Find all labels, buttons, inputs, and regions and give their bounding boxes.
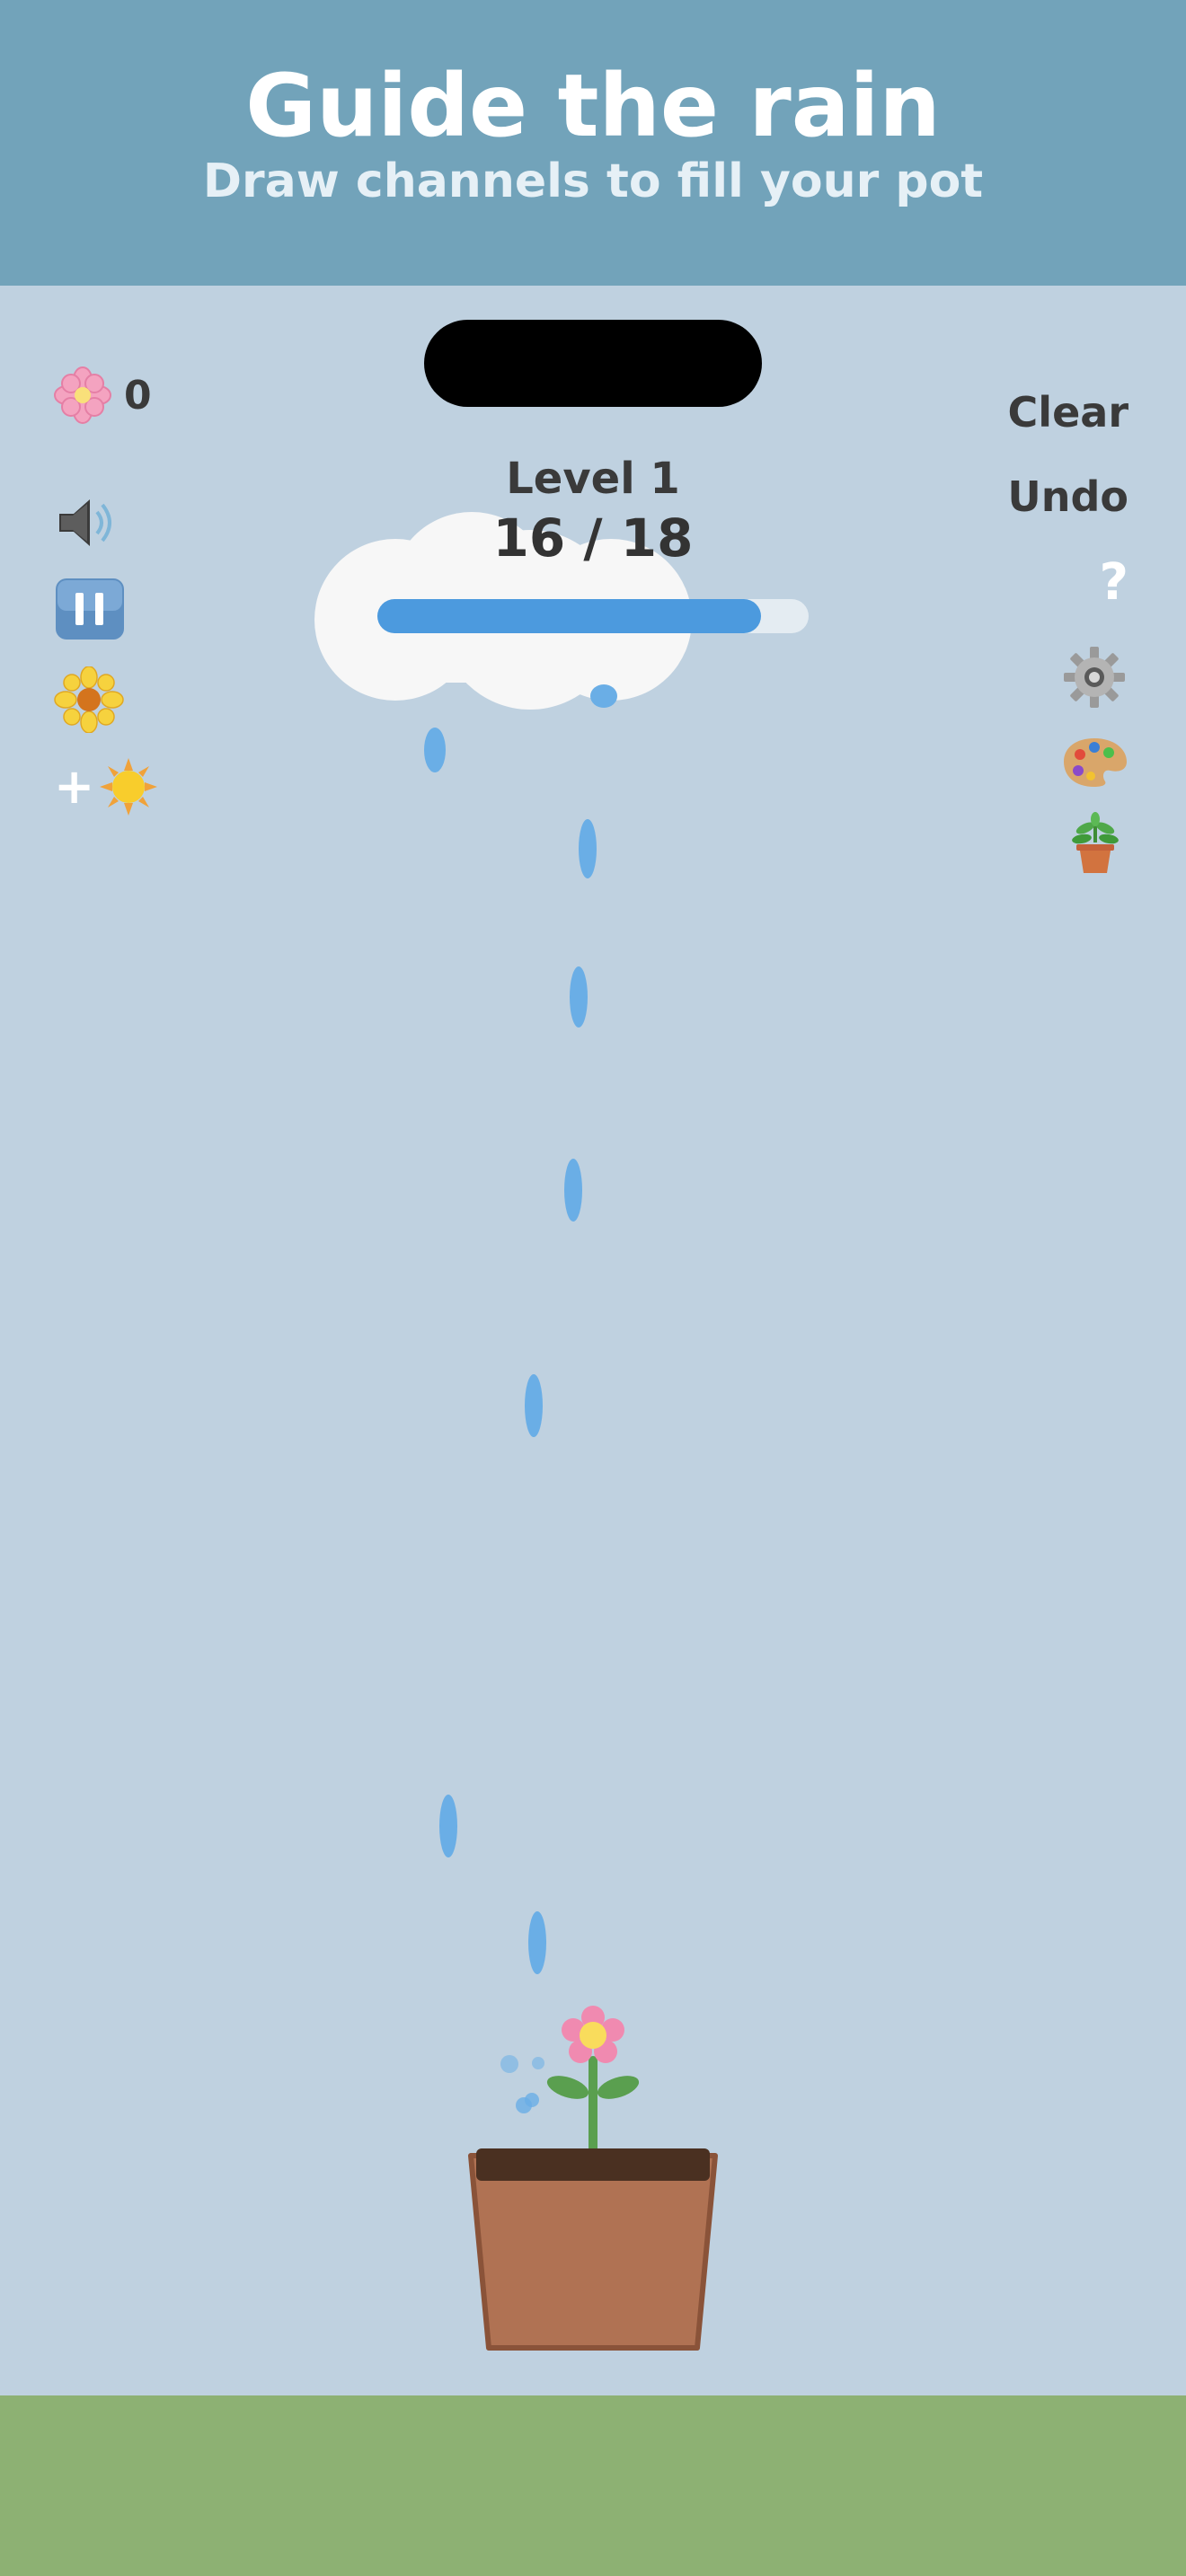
clear-button[interactable]: Clear	[1008, 388, 1128, 437]
sun-icon	[100, 758, 158, 816]
flower-pot	[468, 2006, 718, 2351]
palette-icon[interactable]	[1062, 735, 1128, 789]
raindrop	[424, 728, 446, 772]
gear-icon[interactable]	[1062, 645, 1127, 710]
raindrop	[439, 1795, 457, 1857]
header-banner: Guide the rain Draw channels to fill you…	[0, 0, 1186, 286]
raindrop	[525, 1374, 543, 1437]
raindrop	[528, 1911, 546, 1974]
pink-flower-icon	[54, 366, 111, 424]
pause-button[interactable]	[54, 577, 126, 641]
sun-boost-button[interactable]: +	[54, 756, 159, 817]
sunflower-button[interactable]	[54, 666, 124, 733]
sunflower-icon	[54, 666, 124, 733]
page-subtitle: Draw channels to fill your pot	[202, 154, 984, 208]
level-label: Level 1	[506, 454, 680, 504]
raindrop	[570, 966, 588, 1028]
camera-notch	[424, 320, 762, 407]
flower-count-value: 0	[124, 372, 152, 419]
raindrop	[564, 1159, 582, 1222]
flower-counter: 0	[54, 366, 152, 424]
raindrop	[579, 819, 597, 878]
raindrop	[590, 684, 617, 708]
progress-count: 16 / 18	[492, 507, 694, 569]
pause-icon	[56, 578, 124, 640]
progress-bar-fill	[377, 599, 761, 633]
progress-bar	[377, 599, 809, 633]
ground	[0, 2395, 1186, 2576]
page-title: Guide the rain	[245, 56, 941, 156]
plus-icon: +	[54, 758, 95, 815]
potted-plant-icon[interactable]	[1064, 812, 1127, 875]
